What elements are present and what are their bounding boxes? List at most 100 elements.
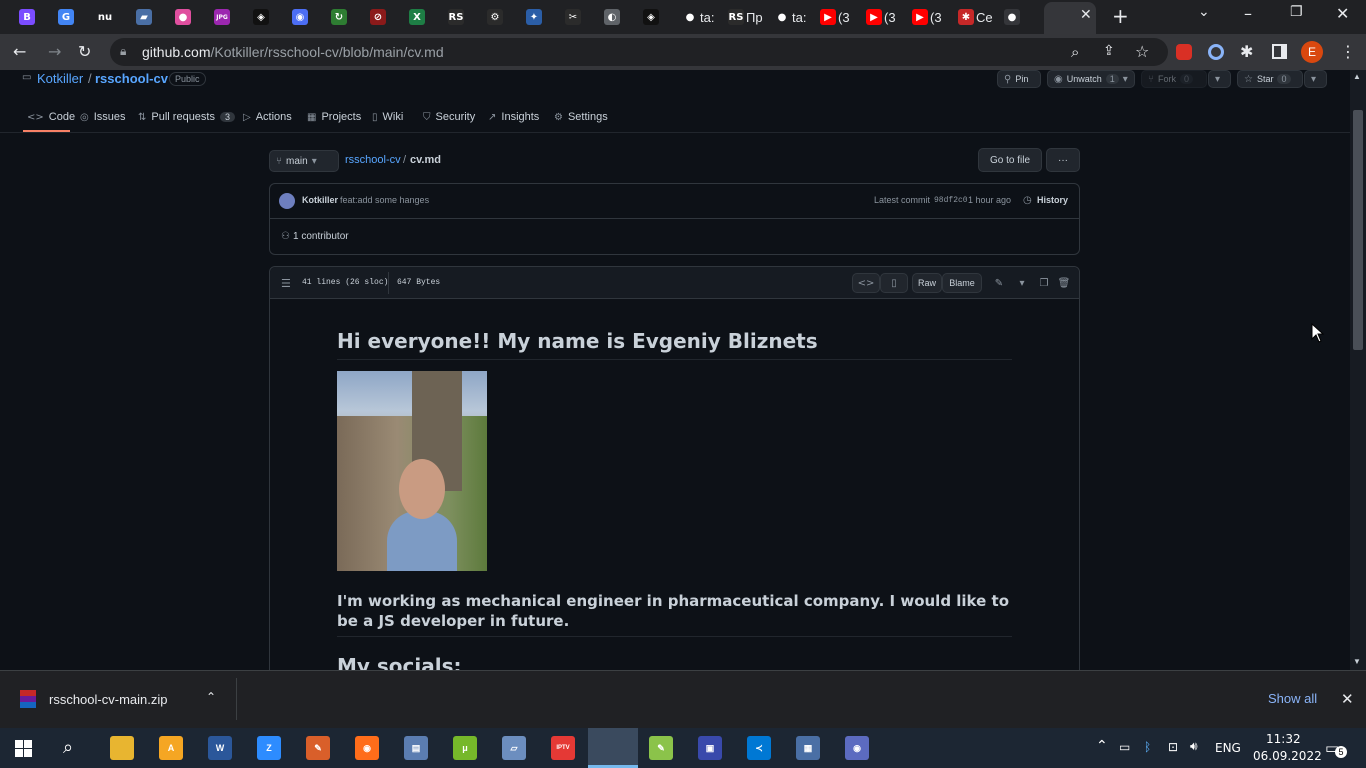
show-all-link[interactable]: Show all [1268,691,1317,706]
browser-tab[interactable]: ✦ [526,4,542,30]
fork-button[interactable]: ⑂ Fork 0 [1141,70,1207,88]
star-button[interactable]: ☆ Star 0 [1237,70,1303,88]
minimize-icon[interactable]: – [1244,4,1252,23]
tab-search-icon[interactable]: ⌄ [1198,4,1210,20]
browser-tab[interactable]: ▶ (3 [912,4,942,30]
browser-tab[interactable]: ✱ Ce [958,4,993,30]
browser-tab[interactable]: ▰ [136,4,152,30]
reload-icon[interactable]: ↻ [78,42,91,61]
iptv-icon[interactable]: IPTV [551,736,575,760]
zoom-icon[interactable]: Z [257,736,281,760]
delete-button[interactable]: 🗑︎ [1054,273,1074,293]
browser-tab[interactable]: RS [448,4,464,30]
more-options-button[interactable]: ··· [1046,148,1080,172]
star-dropdown-button[interactable]: ▾ [1304,70,1327,88]
go-to-file-button[interactable]: Go to file [978,148,1042,172]
scrollbar-thumb[interactable] [1353,110,1363,350]
raw-button[interactable]: Raw [912,273,942,293]
edit-dropdown-button[interactable]: ▾ [1012,273,1032,293]
tab-code[interactable]: <> Code [27,111,75,123]
browser-tab[interactable]: JPG [214,4,230,30]
bookmark-star-icon[interactable]: ☆ [1135,42,1149,61]
lock-icon[interactable]: 🔒︎ [120,44,126,59]
close-window-icon[interactable]: ✕ [1336,4,1349,23]
tab-wiki[interactable]: ▯ Wiki [372,111,403,123]
side-panel-icon[interactable] [1272,44,1287,59]
terminal-icon[interactable]: ▱ [502,736,526,760]
browser-tab[interactable]: ◈ [253,4,269,30]
word-icon[interactable]: W [208,736,232,760]
browser-tab[interactable]: ◉ [292,4,308,30]
pin-button[interactable]: ⚲ Pin [997,70,1041,88]
zoom-icon[interactable]: ⌕ [1071,43,1079,61]
clock-time[interactable]: 11:32 [1266,732,1301,746]
scroll-down-arrow-icon[interactable]: ▼ [1353,657,1361,666]
search-icon[interactable]: ⌕ [63,737,73,758]
author-avatar[interactable] [279,193,295,209]
repo-owner-link[interactable]: Kotkiller [37,71,83,86]
utorrent-icon[interactable]: μ [453,736,477,760]
browser-tab[interactable]: ✂ [565,4,581,30]
browser-tab[interactable]: ● ta: [682,4,714,30]
commit-message-link[interactable]: feat:add some hanges [340,195,429,205]
menu-icon[interactable]: ⋮ [1340,42,1356,61]
firefox-icon[interactable]: ◉ [355,736,379,760]
copy-raw-button[interactable]: ❐ [1034,273,1054,293]
contributors-link[interactable]: 1 contributor [293,231,349,242]
repo-name-link[interactable]: rsschool-cv [95,71,168,86]
outline-list-icon[interactable]: ☰ [281,277,291,290]
back-icon[interactable]: ← [13,42,26,61]
tab-projects[interactable]: ▦ Projects [307,111,361,123]
paint-icon[interactable]: ✎ [306,736,330,760]
browser-tab[interactable]: ▶ (3 [820,4,850,30]
tab-actions[interactable]: ▷ Actions [243,111,292,123]
extension-circle-icon[interactable] [1208,44,1224,60]
browser-tab[interactable]: ● ta: [774,4,806,30]
browser-tab[interactable]: ⊘ [370,4,386,30]
language-indicator[interactable]: ENG [1215,741,1241,755]
tab-pull-requests[interactable]: ⇅ Pull requests 3 [138,111,235,123]
chevron-up-icon[interactable]: ⌃ [206,690,216,704]
browser-tab[interactable]: ● [175,4,191,30]
url-text[interactable]: github.com/Kotkiller/rsschool-cv/blob/ma… [142,44,444,60]
scanner-icon[interactable]: ▤ [404,736,428,760]
browser-tab[interactable]: ⚙ [487,4,503,30]
history-link[interactable]: History [1037,195,1068,205]
browser-tab[interactable]: ▶ (3 [866,4,896,30]
battery-icon[interactable]: ▭ [1119,740,1130,754]
browser-tab[interactable]: ◈ [643,4,659,30]
breadcrumb-repo-link[interactable]: rsschool-cv [345,154,401,166]
profile-photo[interactable] [337,371,487,571]
extensions-puzzle-icon[interactable]: ✱ [1240,42,1253,61]
close-tab-icon[interactable]: ✕ [1080,7,1092,23]
unwatch-button[interactable]: ◉ Unwatch 1 ▾ [1047,70,1135,88]
tab-security[interactable]: ⛉ Security [423,111,475,123]
notepad-icon[interactable]: ✎ [649,736,673,760]
new-tab-icon[interactable]: + [1112,4,1129,28]
close-downloads-icon[interactable]: ✕ [1341,690,1354,708]
tab-issues[interactable]: ◎ Issues [80,111,126,123]
branch-selector[interactable]: ⑂ main ▾ [269,150,339,172]
tab-settings[interactable]: ⚙ Settings [554,111,608,123]
share-icon[interactable]: ⇪ [1103,43,1115,59]
network-icon[interactable]: ⊡ [1168,740,1178,754]
calculator-icon[interactable]: ▦ [796,736,820,760]
save-icon[interactable]: ▣ [698,736,722,760]
commit-sha-link[interactable]: 98df2c0 [934,196,968,205]
extension-hand-icon[interactable] [1176,44,1192,60]
rendered-view-button[interactable]: ▯ [880,273,908,293]
volume-icon[interactable]: 🔊︎ [1190,739,1198,754]
forward-icon[interactable]: → [48,42,61,61]
edit-button[interactable]: ✎ [986,273,1012,293]
source-view-button[interactable]: <> [852,273,880,293]
commit-author-link[interactable]: Kotkiller [302,195,338,205]
chrome-alt-icon[interactable]: ◉ [845,736,869,760]
download-filename[interactable]: rsschool-cv-main.zip [49,692,167,707]
tray-chevron-up-icon[interactable]: ⌃ [1096,738,1108,754]
profile-avatar[interactable]: E [1301,41,1323,63]
blame-button[interactable]: Blame [942,273,982,293]
bluetooth-icon[interactable]: ᛒ [1144,740,1151,754]
scroll-up-arrow-icon[interactable]: ▲ [1353,72,1361,81]
browser-tab[interactable]: RS Пр [728,4,763,30]
folder-icon[interactable] [110,736,134,760]
